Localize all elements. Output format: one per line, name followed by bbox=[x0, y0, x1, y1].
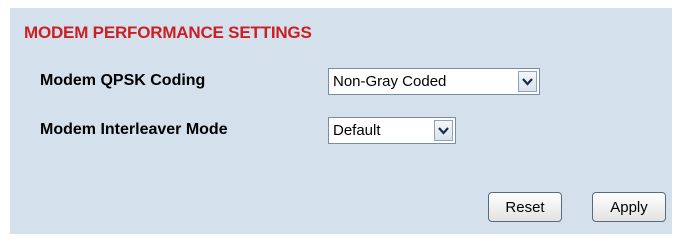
chevron-down-icon[interactable] bbox=[434, 120, 453, 141]
interleaver-mode-select[interactable]: Default bbox=[328, 117, 456, 144]
qpsk-coding-select[interactable]: Non-Gray Coded bbox=[328, 68, 540, 95]
reset-button[interactable]: Reset bbox=[488, 192, 562, 222]
chevron-down-icon[interactable] bbox=[518, 71, 537, 92]
section-title: MODEM PERFORMANCE SETTINGS bbox=[24, 23, 312, 42]
qpsk-coding-label: Modem QPSK Coding bbox=[40, 72, 206, 89]
qpsk-coding-value: Non-Gray Coded bbox=[333, 73, 447, 90]
interleaver-mode-label: Modem Interleaver Mode bbox=[40, 121, 228, 138]
apply-button[interactable]: Apply bbox=[592, 192, 666, 222]
interleaver-mode-value: Default bbox=[333, 122, 381, 139]
modem-performance-panel: MODEM PERFORMANCE SETTINGS Modem QPSK Co… bbox=[10, 8, 672, 234]
